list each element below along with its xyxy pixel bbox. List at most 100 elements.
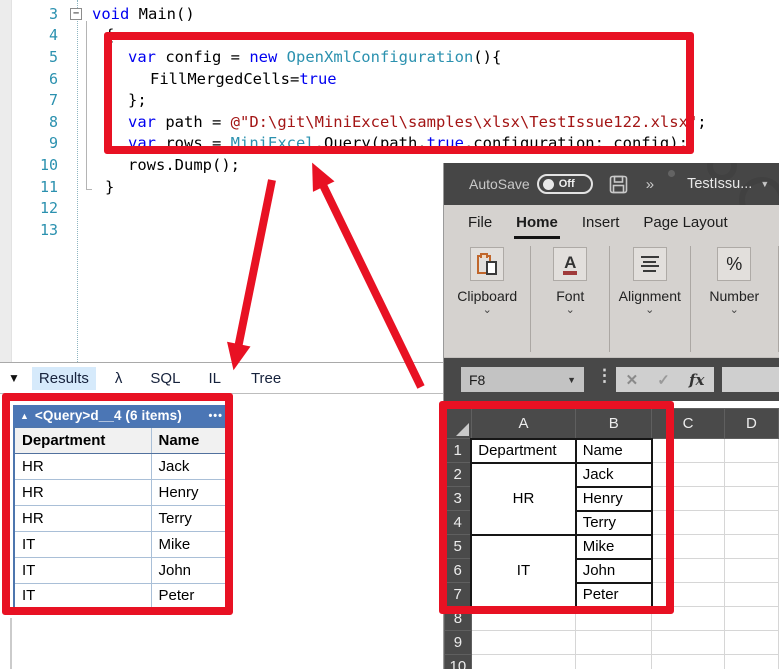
result-row[interactable]: IT Peter xyxy=(13,582,230,610)
formula-dots-icon[interactable]: ⋮ xyxy=(596,366,613,386)
chevron-down-icon[interactable]: ⌄ xyxy=(483,305,492,316)
cell-a1[interactable]: Department xyxy=(470,437,577,464)
code-line[interactable]: 5 var config = new OpenXmlConfiguration()… xyxy=(12,46,772,68)
cell[interactable] xyxy=(651,654,725,669)
row-header-3[interactable]: 3 xyxy=(444,486,472,511)
cell-a2-a4-merged[interactable]: HR xyxy=(470,461,577,536)
tab-tree[interactable]: Tree xyxy=(244,367,288,390)
result-row[interactable]: IT John xyxy=(13,556,230,584)
cell[interactable] xyxy=(651,630,725,655)
row-header-7[interactable]: 7 xyxy=(444,582,472,607)
cell[interactable] xyxy=(470,630,577,655)
cell[interactable] xyxy=(470,606,577,631)
alignment-button[interactable] xyxy=(632,247,667,281)
chevron-down-icon[interactable]: ⌄ xyxy=(566,305,575,316)
autosave-toggle[interactable]: Off xyxy=(536,174,593,194)
result-row[interactable]: HR Terry xyxy=(13,504,230,532)
code-line[interactable]: 9 var rows = MiniExcel.Query(path,true,co… xyxy=(12,133,772,155)
code-line[interactable]: 3− void Main() xyxy=(12,3,772,25)
tab-lambda[interactable]: λ xyxy=(108,367,130,390)
cell-b3[interactable]: Henry xyxy=(574,485,653,512)
result-menu-icon[interactable]: ••• xyxy=(208,410,223,422)
row-header-1[interactable]: 1 xyxy=(444,438,472,463)
cell[interactable] xyxy=(651,462,725,487)
col-header-c[interactable]: C xyxy=(651,408,725,439)
cell[interactable] xyxy=(470,654,577,669)
cell[interactable] xyxy=(651,606,725,631)
cell[interactable] xyxy=(651,534,725,559)
cell[interactable] xyxy=(723,462,779,487)
select-all-corner[interactable] xyxy=(444,408,472,439)
name-box-caret-icon[interactable]: ▼ xyxy=(567,375,576,385)
cell-b2[interactable]: Jack xyxy=(574,461,653,488)
ribbon-tab-file[interactable]: File xyxy=(468,214,492,233)
cell[interactable] xyxy=(651,558,725,583)
tab-sql[interactable]: SQL xyxy=(143,367,187,390)
tab-results[interactable]: Results xyxy=(31,366,96,390)
more-commands-icon[interactable]: » xyxy=(646,176,654,193)
col-header-b[interactable]: B xyxy=(575,408,653,439)
cell[interactable] xyxy=(723,654,779,669)
row-header-9[interactable]: 9 xyxy=(444,630,472,655)
cell-b7[interactable]: Peter xyxy=(574,581,653,608)
column-header-department[interactable]: Department xyxy=(13,426,152,454)
cell[interactable] xyxy=(723,486,779,511)
row-header-8[interactable]: 8 xyxy=(444,606,472,631)
cell-b6[interactable]: John xyxy=(574,557,653,584)
code-line[interactable]: 8 var path = @"D:\git\MiniExcel\samples\x… xyxy=(12,111,772,133)
tab-il[interactable]: IL xyxy=(201,367,228,390)
code-text: { xyxy=(105,26,115,45)
row-header-5[interactable]: 5 xyxy=(444,534,472,559)
cell[interactable] xyxy=(723,510,779,535)
save-icon[interactable] xyxy=(609,175,628,194)
column-header-name[interactable]: Name xyxy=(150,426,230,454)
cell[interactable] xyxy=(651,486,725,511)
cell[interactable] xyxy=(723,558,779,583)
row-header-6[interactable]: 6 xyxy=(444,558,472,583)
cell[interactable] xyxy=(651,510,725,535)
ribbon-tab-page-layout[interactable]: Page Layout xyxy=(643,214,727,233)
enter-icon[interactable]: ✓ xyxy=(657,371,670,389)
cell[interactable] xyxy=(723,534,779,559)
row-header-2[interactable]: 2 xyxy=(444,462,472,487)
col-header-a[interactable]: A xyxy=(470,408,577,439)
cell-b4[interactable]: Terry xyxy=(574,509,653,536)
row-header-4[interactable]: 4 xyxy=(444,510,472,535)
row-header-10[interactable]: 10 xyxy=(444,654,472,669)
cell[interactable] xyxy=(723,630,779,655)
cell-b5[interactable]: Mike xyxy=(574,533,653,560)
clipboard-button[interactable] xyxy=(470,247,505,281)
cell[interactable] xyxy=(651,582,725,607)
chevron-down-icon[interactable]: ⌄ xyxy=(730,305,739,316)
collapse-icon[interactable]: ▲ xyxy=(20,411,29,421)
result-row[interactable]: HR Henry xyxy=(13,478,230,506)
name-box[interactable]: F8 ▼ xyxy=(461,367,584,392)
chevron-down-icon[interactable]: ⌄ xyxy=(645,305,654,316)
cell[interactable] xyxy=(575,654,653,669)
formula-input[interactable] xyxy=(722,367,779,392)
group-font: A Font ⌄ xyxy=(531,241,609,357)
insert-function-icon[interactable]: fx xyxy=(689,371,704,389)
cell[interactable] xyxy=(723,438,779,463)
font-button[interactable]: A xyxy=(553,247,588,281)
cell[interactable] xyxy=(575,630,653,655)
fold-collapse-icon[interactable]: − xyxy=(70,8,82,20)
ribbon-tab-insert[interactable]: Insert xyxy=(582,214,620,233)
cell[interactable] xyxy=(723,606,779,631)
cell-a5-a7-merged[interactable]: IT xyxy=(470,533,577,608)
result-row[interactable]: IT Mike xyxy=(13,530,230,558)
cell[interactable] xyxy=(651,438,725,463)
cell[interactable] xyxy=(723,582,779,607)
result-row[interactable]: HR Jack xyxy=(13,452,230,480)
number-button[interactable]: % xyxy=(717,247,752,281)
col-header-d[interactable]: D xyxy=(723,408,779,439)
code-line[interactable]: 6 FillMergedCells=true xyxy=(12,68,772,90)
result-header-bar[interactable]: ▲ <Query>d__4 (6 items) ••• xyxy=(13,405,230,426)
code-line[interactable]: 4{ xyxy=(12,25,772,47)
cell-b1[interactable]: Name xyxy=(574,437,653,464)
code-line[interactable]: 7}; xyxy=(12,89,772,111)
ribbon-tab-home[interactable]: Home xyxy=(514,214,560,239)
cell[interactable] xyxy=(575,606,653,631)
panel-dropdown-icon[interactable]: ▼ xyxy=(8,371,20,385)
cancel-icon[interactable]: ✕ xyxy=(626,371,639,389)
